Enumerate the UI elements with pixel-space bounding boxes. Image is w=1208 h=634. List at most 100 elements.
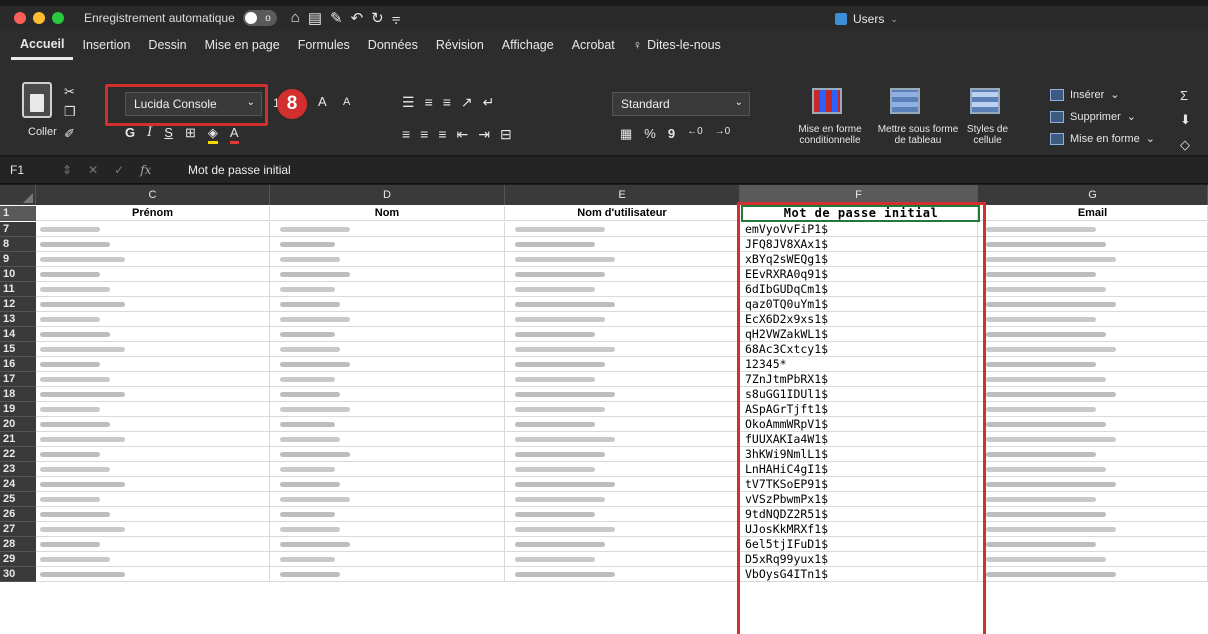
redacted-cell[interactable] xyxy=(978,402,1208,417)
redacted-cell[interactable] xyxy=(505,357,740,372)
password-cell[interactable]: vVSzPbwmPx1$ xyxy=(740,492,978,507)
align-middle-icon[interactable]: ≡ xyxy=(425,94,433,111)
row-number[interactable]: 16 xyxy=(0,357,36,372)
redacted-cell[interactable] xyxy=(978,522,1208,537)
autosave-toggle[interactable]: o xyxy=(242,10,277,26)
tab-revision[interactable]: Révision xyxy=(427,30,493,60)
cancel-icon[interactable]: ✕ xyxy=(88,163,98,177)
row-number[interactable]: 9 xyxy=(0,252,36,267)
grow-font-button[interactable]: A xyxy=(318,94,327,109)
redacted-cell[interactable] xyxy=(505,237,740,252)
redacted-cell[interactable] xyxy=(270,567,505,582)
redacted-cell[interactable] xyxy=(36,267,270,282)
tell-me-search[interactable]: ♀ Dites-le-nous xyxy=(624,30,730,60)
redacted-cell[interactable] xyxy=(505,552,740,567)
thousands-separator-button[interactable]: 9 xyxy=(668,126,675,142)
redacted-cell[interactable] xyxy=(978,342,1208,357)
password-cell[interactable]: 3hKWi9NmlL1$ xyxy=(740,447,978,462)
redacted-cell[interactable] xyxy=(36,252,270,267)
autosum-icon[interactable]: Σ xyxy=(1180,88,1191,103)
number-format-select[interactable]: Standard ⌄ xyxy=(612,92,750,116)
password-cell[interactable]: fUUXAKIa4W1$ xyxy=(740,432,978,447)
cell-styles-icon[interactable] xyxy=(970,88,1000,114)
redacted-cell[interactable] xyxy=(505,372,740,387)
align-right-icon[interactable]: ≡ xyxy=(438,126,446,143)
redacted-cell[interactable] xyxy=(36,432,270,447)
fill-icon[interactable]: ⬇ xyxy=(1180,112,1191,128)
redacted-cell[interactable] xyxy=(36,222,270,237)
password-cell[interactable]: 6el5tjIFuD1$ xyxy=(740,537,978,552)
redacted-cell[interactable] xyxy=(978,372,1208,387)
clear-icon[interactable]: ◇ xyxy=(1180,137,1191,153)
password-cell[interactable]: VbOysG4ITn1$ xyxy=(740,567,978,582)
redacted-cell[interactable] xyxy=(270,312,505,327)
redacted-cell[interactable] xyxy=(270,252,505,267)
row-number[interactable]: 29 xyxy=(0,552,36,567)
stepper-icon[interactable]: ⇕ xyxy=(62,163,72,177)
redacted-cell[interactable] xyxy=(36,552,270,567)
redacted-cell[interactable] xyxy=(36,477,270,492)
save-icon[interactable]: ▤ xyxy=(308,9,322,27)
password-cell[interactable]: tV7TKSoEP91$ xyxy=(740,477,978,492)
redacted-cell[interactable] xyxy=(505,282,740,297)
password-cell[interactable]: emVyoVvFiP1$ xyxy=(740,222,978,237)
redacted-cell[interactable] xyxy=(36,282,270,297)
redacted-cell[interactable] xyxy=(978,267,1208,282)
confirm-icon[interactable]: ✓ xyxy=(114,163,124,177)
font-color-icon[interactable]: A xyxy=(229,125,239,144)
redacted-cell[interactable] xyxy=(978,477,1208,492)
column-header-c[interactable]: C xyxy=(36,185,270,205)
redacted-cell[interactable] xyxy=(978,537,1208,552)
redacted-cell[interactable] xyxy=(505,402,740,417)
redacted-cell[interactable] xyxy=(270,417,505,432)
shrink-font-button[interactable]: A xyxy=(343,96,350,108)
password-cell[interactable]: xBYq2sWEQg1$ xyxy=(740,252,978,267)
redacted-cell[interactable] xyxy=(505,267,740,282)
row-number[interactable]: 22 xyxy=(0,447,36,462)
redacted-cell[interactable] xyxy=(36,297,270,312)
redacted-cell[interactable] xyxy=(978,507,1208,522)
row-number[interactable]: 27 xyxy=(0,522,36,537)
password-cell[interactable]: JFQ8JV8XAx1$ xyxy=(740,237,978,252)
orientation-icon[interactable]: ↗ xyxy=(461,94,473,111)
edit-icon[interactable]: ✎ xyxy=(330,9,343,27)
password-cell[interactable]: ASpAGrTjft1$ xyxy=(740,402,978,417)
redacted-cell[interactable] xyxy=(978,237,1208,252)
redacted-cell[interactable] xyxy=(270,297,505,312)
tab-affichage[interactable]: Affichage xyxy=(493,30,563,60)
tab-donnees[interactable]: Données xyxy=(359,30,427,60)
document-title[interactable]: Users ⌄ xyxy=(835,12,898,26)
redacted-cell[interactable] xyxy=(36,567,270,582)
redacted-cell[interactable] xyxy=(36,492,270,507)
redacted-cell[interactable] xyxy=(505,567,740,582)
password-cell[interactable]: 68Ac3Cxtcy1$ xyxy=(740,342,978,357)
row-number[interactable]: 13 xyxy=(0,312,36,327)
redacted-cell[interactable] xyxy=(505,327,740,342)
format-as-table-label[interactable]: Mettre sous forme de tableau xyxy=(873,124,963,146)
increase-decimal-icon[interactable]: ←0 xyxy=(687,126,703,142)
redacted-cell[interactable] xyxy=(270,372,505,387)
redacted-cell[interactable] xyxy=(36,372,270,387)
password-cell[interactable]: UJosKkMRXf1$ xyxy=(740,522,978,537)
italic-button[interactable]: I xyxy=(147,125,152,144)
row-number[interactable]: 25 xyxy=(0,492,36,507)
column-header-d[interactable]: D xyxy=(270,185,505,205)
underline-button[interactable]: S xyxy=(164,125,173,144)
redacted-cell[interactable] xyxy=(978,462,1208,477)
decrease-decimal-icon[interactable]: →0 xyxy=(715,126,731,142)
redacted-cell[interactable] xyxy=(978,297,1208,312)
format-button[interactable]: Mise en forme ⌄ xyxy=(1050,132,1155,145)
header-cell-password[interactable]: Mot de passe initial xyxy=(740,206,978,221)
conditional-format-icon[interactable] xyxy=(812,88,842,114)
close-window-button[interactable] xyxy=(14,12,26,24)
redacted-cell[interactable] xyxy=(36,312,270,327)
undo-icon[interactable]: ↶ xyxy=(351,9,364,27)
paste-label[interactable]: Coller xyxy=(28,126,57,138)
column-header-f[interactable]: F xyxy=(740,185,978,205)
tab-insertion[interactable]: Insertion xyxy=(73,30,139,60)
password-cell[interactable]: EcX6D2x9xs1$ xyxy=(740,312,978,327)
redacted-cell[interactable] xyxy=(270,492,505,507)
redacted-cell[interactable] xyxy=(36,537,270,552)
redacted-cell[interactable] xyxy=(270,387,505,402)
home-icon[interactable]: ⌂ xyxy=(291,9,300,27)
